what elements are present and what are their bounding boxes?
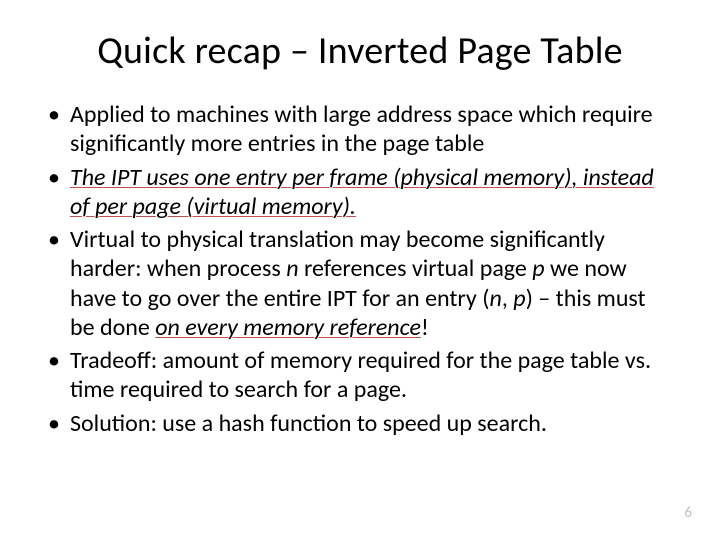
italic-variable-p: p xyxy=(513,284,525,313)
bullet-text: , xyxy=(502,284,513,313)
bullet-text: ! xyxy=(421,313,429,342)
page-number: 6 xyxy=(684,504,692,522)
bullet-text-emphasis: on every memory reference xyxy=(155,313,421,342)
italic-variable-n: n xyxy=(489,284,501,313)
list-item: Solution: use a hash function to speed u… xyxy=(42,409,670,438)
bullet-text: Tradeoff: amount of memory required for … xyxy=(70,346,651,404)
list-item: The IPT uses one entry per frame (physic… xyxy=(42,163,670,222)
slide: Quick recap – Inverted Page Table Applie… xyxy=(0,0,720,540)
bullet-text-emphasis: The IPT uses one entry per frame (physic… xyxy=(70,163,654,221)
bullet-text: Applied to machines with large address s… xyxy=(70,100,653,158)
list-item: Tradeoff: amount of memory required for … xyxy=(42,346,670,405)
list-item: Virtual to physical translation may beco… xyxy=(42,225,670,342)
list-item: Applied to machines with large address s… xyxy=(42,100,670,159)
bullet-text: references virtual page xyxy=(299,254,533,283)
bullet-list: Applied to machines with large address s… xyxy=(42,100,678,438)
italic-variable-n: n xyxy=(286,254,298,283)
bullet-text: Solution: use a hash function to speed u… xyxy=(70,409,547,438)
slide-title: Quick recap – Inverted Page Table xyxy=(42,28,678,74)
italic-variable-p: p xyxy=(532,254,544,283)
